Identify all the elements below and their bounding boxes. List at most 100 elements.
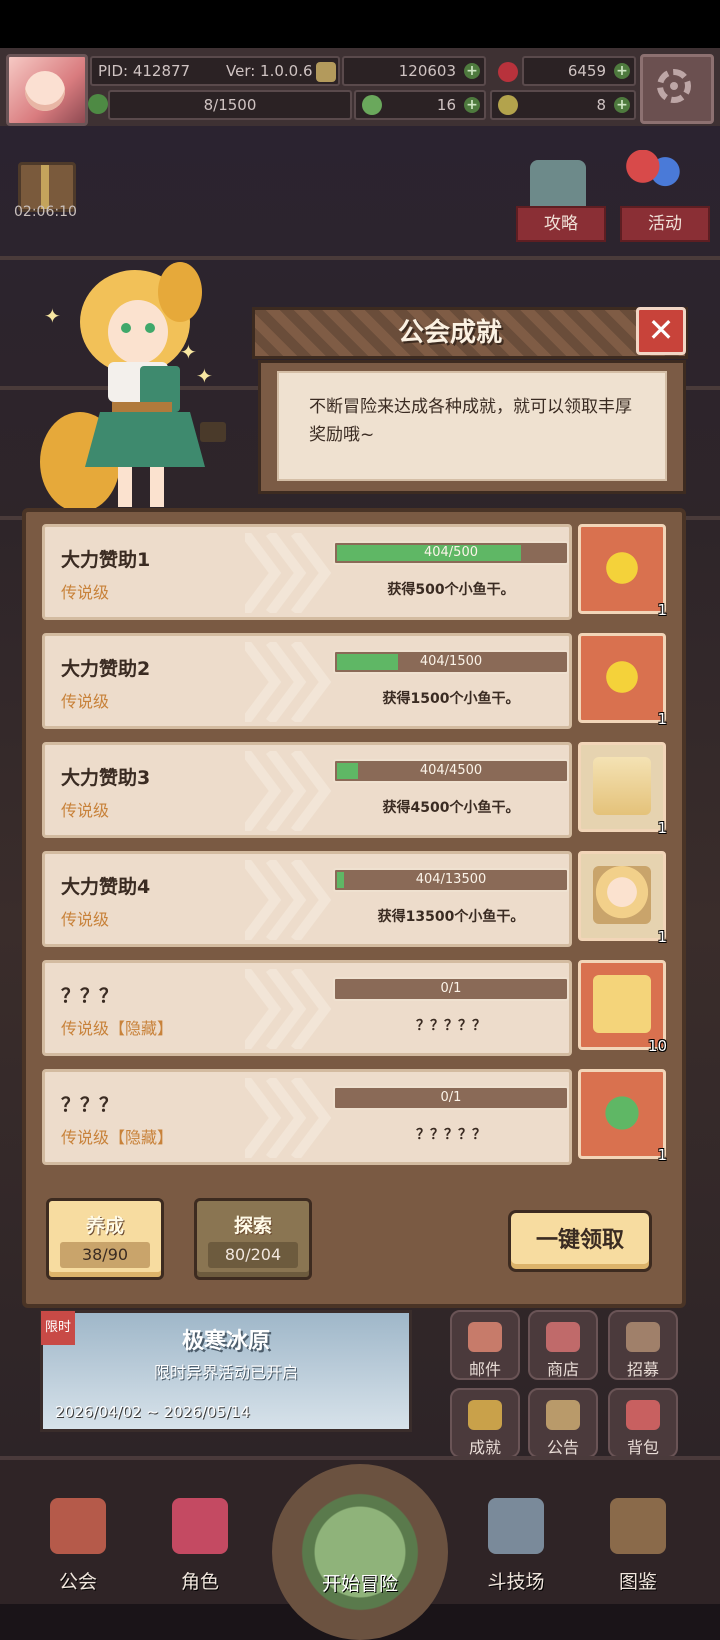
progress-text: 0/1 <box>440 981 462 996</box>
version-text: Ver: 1.0.0.6 <box>226 62 313 80</box>
nav-guild-label: 公会 <box>58 1571 97 1593</box>
achievement-grade: 传说级 <box>61 583 110 602</box>
coin-icon <box>316 62 336 82</box>
achievement-label: 成就 <box>468 1438 501 1457</box>
nav-arena-label: 斗技场 <box>487 1571 545 1593</box>
fish-row: 8 + <box>490 90 636 120</box>
book-icon <box>610 1498 666 1554</box>
gem-icon <box>498 62 518 82</box>
sparkle-icon: ✦ <box>180 340 197 364</box>
avatar[interactable] <box>6 54 88 126</box>
reward-icon-box[interactable]: 10 <box>578 960 667 1055</box>
close-icon: ✕ <box>647 311 675 349</box>
event-name: 极寒冰原 <box>181 1329 270 1354</box>
nav-codex-label: 图鉴 <box>618 1571 657 1593</box>
clover-icon <box>593 1084 651 1142</box>
clover-icon <box>362 95 382 115</box>
tab-exploration-label: 探索 <box>233 1215 272 1237</box>
reward-text: 获得4500个小鱼干。 <box>382 800 520 816</box>
bag-label: 背包 <box>626 1438 659 1457</box>
fish-plus-button[interactable]: + <box>614 97 630 113</box>
bag-button[interactable]: 背包 <box>608 1388 678 1458</box>
achievement-grade: 传说级【隐藏】 <box>61 1128 174 1147</box>
progress-bar: 404/4500 <box>333 759 569 783</box>
letter-icon <box>593 975 651 1033</box>
stamina-value: 8/1500 <box>203 96 257 114</box>
achievement-card: 大力赞助3 传说级 404/4500 获得4500个小鱼干。 <box>42 742 572 838</box>
magnifier-icon <box>272 1464 448 1640</box>
mail-button[interactable]: 邮件 <box>450 1310 520 1380</box>
dialog-title: 公会成就 <box>397 318 502 348</box>
progress-text: 404/1500 <box>419 654 483 669</box>
reward-icon-box[interactable]: 1 <box>578 633 667 728</box>
shop-button[interactable]: 商店 <box>528 1310 598 1380</box>
settings-button[interactable] <box>640 54 714 124</box>
achievement-grade: 传说级 <box>61 692 110 711</box>
chevron-decoration <box>245 1078 332 1158</box>
reward-icon-box[interactable]: 1 <box>578 524 667 619</box>
notice-label: 公告 <box>546 1438 579 1457</box>
stamina-row: 8/1500 <box>108 90 352 120</box>
nav-codex[interactable]: 图鉴 <box>590 1488 686 1598</box>
event-dates: 2026/04/02 ~ 2026/05/14 <box>55 1403 251 1421</box>
reward-icon-box[interactable]: 1 <box>578 1069 667 1164</box>
recruit-label: 招募 <box>626 1360 659 1379</box>
event-banner[interactable]: 限时 极寒冰原 限时异界活动已开启 2026/04/02 ~ 2026/05/1… <box>40 1310 412 1432</box>
close-button[interactable]: ✕ <box>636 307 686 355</box>
nav-character[interactable]: 角色 <box>152 1488 248 1598</box>
notice-button[interactable]: 公告 <box>528 1388 598 1458</box>
claim-all-button[interactable]: 一键领取 <box>508 1210 652 1272</box>
achievement-name: 大力赞助4 <box>61 876 151 898</box>
shop-icon <box>546 1322 580 1352</box>
activity-button[interactable]: 活动 <box>620 206 710 242</box>
trophy-icon <box>468 1400 502 1430</box>
megaphone-icon <box>546 1400 580 1430</box>
nav-start-adventure[interactable]: 开始冒险 <box>272 1460 448 1640</box>
achievement-name: ？？？ <box>61 985 119 1007</box>
recruit-button[interactable]: 招募 <box>608 1310 678 1380</box>
achievement-row: ？？？ 传说级【隐藏】 0/1 ？？？？？ 1 <box>42 1069 667 1165</box>
achievement-row: ？？？ 传说级【隐藏】 0/1 ？？？？？ 10 <box>42 960 667 1056</box>
balloon-icon <box>626 150 682 204</box>
event-subtitle: 限时异界活动已开启 <box>153 1363 298 1382</box>
tab-cultivation[interactable]: 养成 38/90 <box>46 1198 164 1280</box>
gold-row: 120603 + <box>342 56 486 86</box>
reward-quantity: 1 <box>657 710 667 728</box>
progress-text: 404/500 <box>423 545 478 560</box>
achievement-row: 大力赞助1 传说级 404/500 获得500个小鱼干。 1 <box>42 524 667 620</box>
achievement-grade: 传说级 <box>61 801 110 820</box>
achievement-button[interactable]: 成就 <box>450 1388 520 1458</box>
nav-start-adventure-label: 开始冒险 <box>321 1573 398 1595</box>
description-box: 不断冒险来达成各种成就，就可以领取丰厚奖励哦~ <box>258 360 686 494</box>
progress-bar: 0/1 <box>333 977 569 1001</box>
progress-text: 404/13500 <box>415 872 487 887</box>
mail-label: 邮件 <box>468 1360 501 1379</box>
guild-character <box>40 262 226 512</box>
achievement-name: 大力赞助1 <box>61 549 151 571</box>
nav-guild[interactable]: 公会 <box>30 1488 126 1598</box>
gold-plus-button[interactable]: + <box>464 63 480 79</box>
tab-exploration[interactable]: 探索 80/204 <box>194 1198 312 1280</box>
nav-arena[interactable]: 斗技场 <box>468 1488 564 1598</box>
bottom-navigation: 公会 角色 开始冒险 斗技场 图鉴 <box>0 1456 720 1640</box>
progress-bar: 404/13500 <box>333 868 569 892</box>
tab-cultivation-label: 养成 <box>85 1215 124 1237</box>
clover-row: 16 + <box>354 90 486 120</box>
sparkle-icon: ✦ <box>44 304 61 328</box>
guild-icon <box>50 1498 106 1554</box>
fish-icon <box>498 95 518 115</box>
star-icon <box>593 539 651 597</box>
reward-icon-box[interactable]: 1 <box>578 742 667 837</box>
clover-plus-button[interactable]: + <box>464 97 480 113</box>
chevron-decoration <box>245 642 332 722</box>
gem-plus-button[interactable]: + <box>614 63 630 79</box>
status-bar <box>0 0 720 48</box>
achievement-name: 大力赞助3 <box>61 767 151 789</box>
achievement-grade: 传说级【隐藏】 <box>61 1019 174 1038</box>
chevron-decoration <box>245 533 332 613</box>
recruit-icon <box>626 1322 660 1352</box>
reward-text: 获得13500个小鱼干。 <box>377 909 525 925</box>
reward-icon-box[interactable]: 1 <box>578 851 667 946</box>
guide-button[interactable]: 攻略 <box>516 206 606 242</box>
progress-text: 404/4500 <box>419 763 483 778</box>
